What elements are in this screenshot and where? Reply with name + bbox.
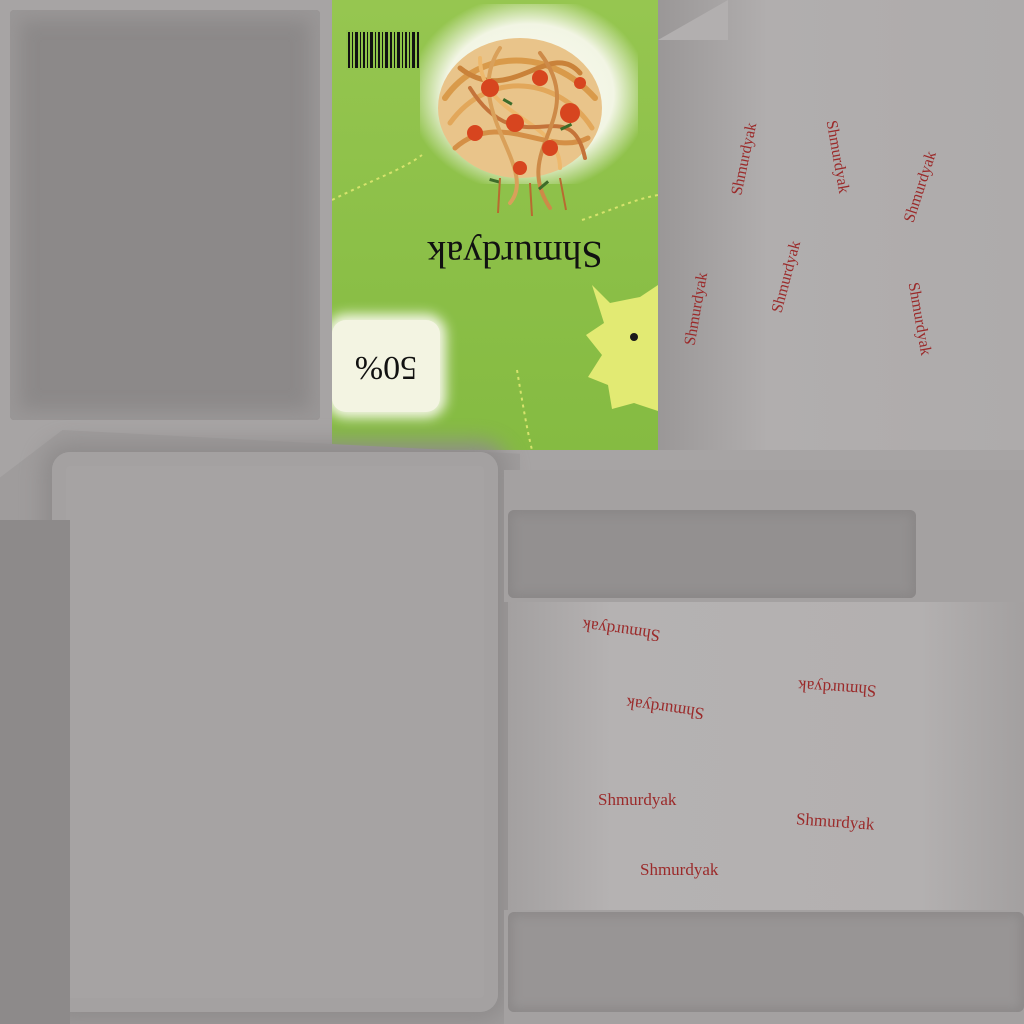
bottom-label-panel [508, 602, 1024, 910]
bottom-label: Shmurdyak [598, 790, 677, 809]
side-panel [658, 0, 1024, 450]
bottom-left-left-strip [0, 520, 70, 1024]
top-left-inner-face [10, 10, 320, 420]
texture-atlas: { "colors": { "background": "#a7a4a4", "… [0, 0, 1024, 1024]
brand-title: Shmurdyak [427, 233, 603, 275]
discount-label: 50% [354, 349, 418, 386]
bottom-label: Shmurdyak [640, 860, 719, 879]
barcode-icon [346, 30, 420, 70]
front-panel: Shmurdyak 50% [332, 0, 658, 450]
cat-mascot-icon [586, 285, 658, 411]
bottom-right-upper-strip-inner [508, 510, 916, 598]
bottom-left-inner-face [52, 452, 498, 1012]
bottom-right-lower-strip-inner [508, 912, 1024, 1012]
